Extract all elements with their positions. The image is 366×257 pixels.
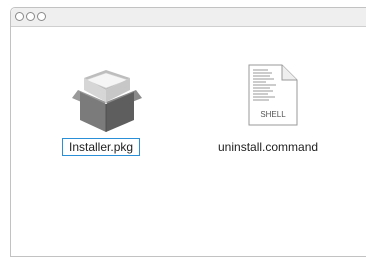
- close-window-button[interactable]: [15, 12, 24, 21]
- file-name-label[interactable]: uninstall.command: [218, 140, 318, 154]
- minimize-window-button[interactable]: [26, 12, 35, 21]
- finder-window: [10, 7, 366, 257]
- package-box-icon[interactable]: [72, 68, 142, 134]
- window-titlebar[interactable]: [11, 8, 366, 27]
- zoom-window-button[interactable]: [37, 12, 46, 21]
- file-name-label[interactable]: Installer.pkg: [62, 138, 141, 156]
- shell-script-icon[interactable]: SHELL: [248, 64, 298, 126]
- shell-badge-label: SHELL: [260, 110, 286, 119]
